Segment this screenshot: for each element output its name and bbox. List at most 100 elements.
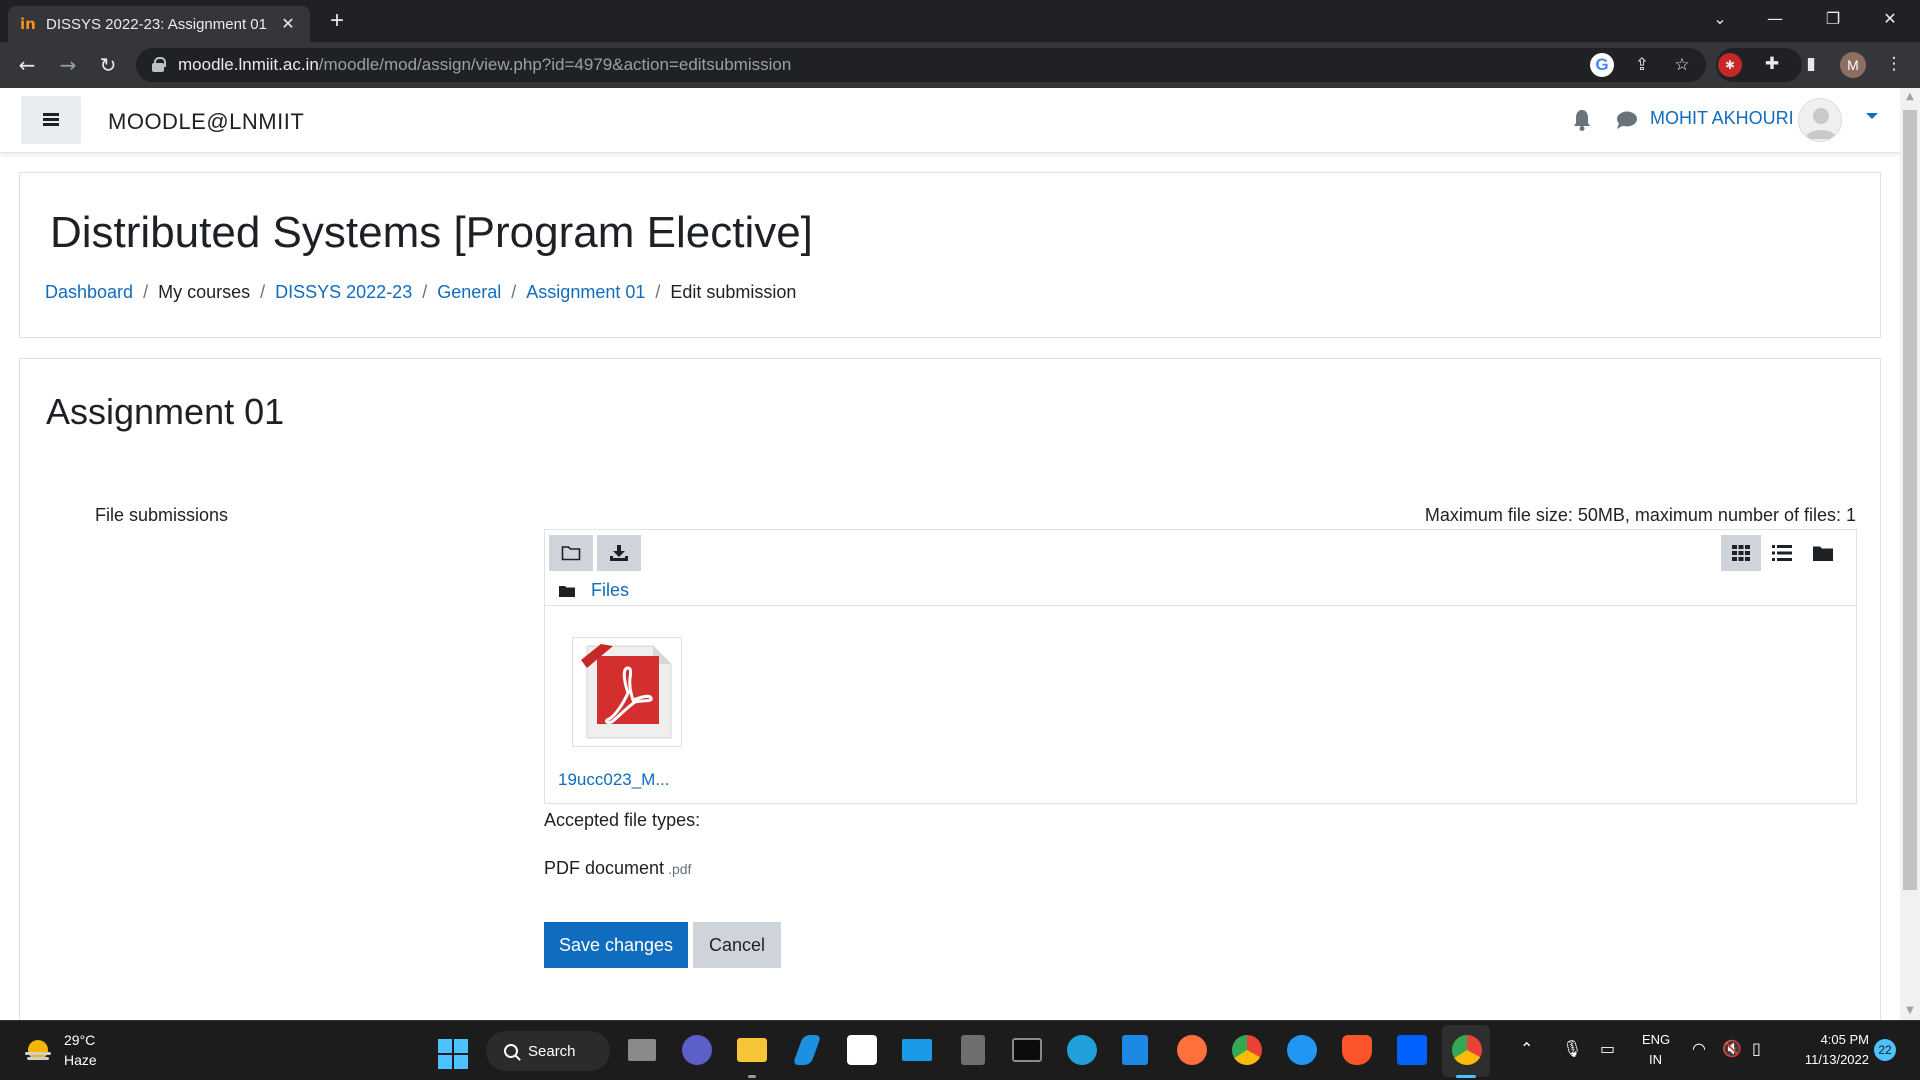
clock-time[interactable]: 4:05 PM	[1777, 1032, 1869, 1047]
file-item[interactable]	[572, 637, 682, 747]
firefox-icon[interactable]	[1177, 1035, 1207, 1065]
view-tree-button[interactable]	[1803, 535, 1843, 571]
explorer-running-indicator	[748, 1075, 756, 1078]
breadcrumb-my-courses: My courses	[158, 282, 251, 302]
save-changes-button[interactable]: Save changes	[544, 922, 688, 968]
help-app-icon[interactable]	[1287, 1035, 1317, 1065]
back-icon[interactable]: ←	[12, 50, 42, 80]
file-submissions-label: File submissions	[95, 505, 229, 525]
notifications-bell-icon[interactable]	[1572, 108, 1592, 132]
file-manager-path: Files	[559, 580, 629, 601]
file-manager-toolbar: Files	[545, 530, 1856, 606]
breadcrumb-separator: /	[260, 282, 266, 302]
language-indicator[interactable]: ENG	[1642, 1032, 1670, 1047]
task-view-icon[interactable]	[628, 1039, 656, 1061]
lock-icon[interactable]	[152, 57, 166, 72]
window-close-icon[interactable]: ✕	[1870, 4, 1910, 34]
file-manager: Files 19ucc023_M...	[544, 529, 1857, 804]
moodle-navbar: MOODLE@LNMIIT MOHIT AKHOURI	[0, 88, 1900, 153]
remote-desktop-icon[interactable]	[902, 1039, 932, 1061]
breadcrumb-separator: /	[143, 282, 149, 302]
vscode-icon[interactable]	[792, 1035, 822, 1065]
chrome-profile-avatar[interactable]: M	[1840, 52, 1866, 78]
accepted-types-label: Accepted file types:	[544, 810, 701, 830]
new-tab-icon[interactable]: +	[324, 8, 350, 34]
extension-red-icon[interactable]: ✱	[1718, 53, 1742, 77]
tab-close-icon[interactable]: ✕	[278, 14, 298, 34]
taskbar-search-button[interactable]: Search	[486, 1031, 610, 1071]
terminal-icon[interactable]	[1012, 1038, 1042, 1062]
microphone-icon[interactable]: 🎙	[1562, 1039, 1582, 1058]
download-all-button[interactable]	[597, 535, 641, 571]
weather-description[interactable]: Haze	[64, 1052, 97, 1068]
breadcrumb-course[interactable]: DISSYS 2022-23	[275, 282, 412, 303]
show-hidden-icons-chevron-icon[interactable]: ⌃	[1520, 1039, 1533, 1058]
list-view-icon	[1772, 545, 1792, 561]
folder-outline-icon	[561, 546, 581, 561]
blue-app-icon[interactable]	[1122, 1035, 1148, 1065]
dropbox-icon[interactable]	[1397, 1035, 1427, 1065]
brave-browser-icon[interactable]	[1342, 1035, 1372, 1065]
notification-count-badge[interactable]: 22	[1874, 1039, 1896, 1061]
wifi-icon[interactable]: ◠	[1692, 1039, 1706, 1058]
chrome-menu-icon[interactable]: ⋮	[1880, 50, 1908, 78]
add-file-button[interactable]	[549, 535, 593, 571]
hamburger-icon	[43, 113, 59, 127]
calculator-icon[interactable]	[961, 1035, 985, 1065]
breadcrumb-dashboard[interactable]: Dashboard	[45, 282, 133, 303]
page-scrollbar[interactable]: ▲ ▼	[1900, 88, 1920, 1020]
language-region[interactable]: IN	[1649, 1052, 1662, 1067]
clock-date[interactable]: 11/13/2022	[1777, 1052, 1869, 1067]
messages-chat-icon[interactable]	[1616, 110, 1638, 130]
share-icon[interactable]: ⇪	[1630, 53, 1654, 77]
reload-icon[interactable]: ↻	[93, 50, 123, 80]
drawer-toggle-button[interactable]	[21, 96, 81, 144]
address-bar[interactable]: moodle.lnmiit.ac.in/moodle/mod/assign/vi…	[136, 48, 1706, 82]
battery-icon[interactable]: ▯	[1752, 1039, 1761, 1058]
cancel-button[interactable]: Cancel	[693, 922, 781, 968]
restore-icon[interactable]: ❐	[1813, 4, 1853, 34]
accepted-type-item: PDF document .pdf	[544, 858, 691, 879]
file-limits-text: Maximum file size: 50MB, maximum number …	[1424, 505, 1856, 525]
forward-icon[interactable]: →	[53, 50, 83, 80]
weather-haze-icon[interactable]	[22, 1035, 54, 1067]
side-panel-icon[interactable]: ▮	[1797, 50, 1825, 78]
keyboard-layout-icon[interactable]: ▭	[1600, 1039, 1615, 1058]
start-windows-icon[interactable]	[438, 1039, 468, 1069]
folder-small-icon	[559, 585, 575, 597]
breadcrumb-separator: /	[422, 282, 428, 302]
google-lens-icon[interactable]: G	[1590, 53, 1614, 77]
speaker-muted-icon[interactable]: 🔇	[1722, 1039, 1742, 1058]
breadcrumb-separator: /	[655, 282, 661, 302]
view-icons-button[interactable]	[1721, 535, 1761, 571]
accepted-type-extension: .pdf	[668, 861, 692, 877]
taskbar-search-label: Search	[528, 1042, 576, 1060]
user-name-link[interactable]: MOHIT AKHOURI	[1650, 108, 1794, 129]
scroll-down-icon[interactable]: ▼	[1900, 1002, 1920, 1020]
scroll-thumb[interactable]	[1903, 110, 1917, 890]
bookmark-star-icon[interactable]: ☆	[1670, 53, 1694, 77]
files-path-link[interactable]: Files	[591, 580, 629, 601]
microsoft-store-icon[interactable]	[847, 1035, 877, 1065]
weather-temperature[interactable]: 29°C	[64, 1032, 95, 1048]
scroll-up-icon[interactable]: ▲	[1900, 88, 1920, 106]
file-name-link[interactable]: 19ucc023_M...	[558, 770, 670, 790]
course-title: Distributed Systems [Program Elective]	[50, 208, 813, 257]
edge-browser-icon[interactable]	[1067, 1035, 1097, 1065]
chrome-profile-icon[interactable]	[1452, 1035, 1482, 1065]
view-list-button[interactable]	[1762, 535, 1802, 571]
breadcrumb-assignment[interactable]: Assignment 01	[526, 282, 645, 303]
user-menu-caret-icon[interactable]	[1866, 113, 1878, 119]
file-explorer-icon[interactable]	[737, 1038, 767, 1062]
accepted-type-name: PDF document	[544, 858, 665, 878]
teams-chat-icon[interactable]	[682, 1035, 712, 1065]
minimize-icon[interactable]: —	[1755, 4, 1795, 34]
chrome-icon[interactable]	[1232, 1035, 1262, 1065]
url-text[interactable]: moodle.lnmiit.ac.in/moodle/mod/assign/vi…	[178, 55, 791, 75]
user-avatar[interactable]	[1798, 98, 1842, 142]
extensions-puzzle-icon[interactable]: ✚	[1758, 50, 1786, 78]
site-name[interactable]: MOODLE@LNMIIT	[108, 109, 304, 135]
tab-search-chevron-icon[interactable]: ⌄	[1700, 4, 1740, 34]
browser-tab[interactable]: in DISSYS 2022-23: Assignment 01 ✕	[8, 6, 310, 42]
breadcrumb-general[interactable]: General	[437, 282, 501, 303]
